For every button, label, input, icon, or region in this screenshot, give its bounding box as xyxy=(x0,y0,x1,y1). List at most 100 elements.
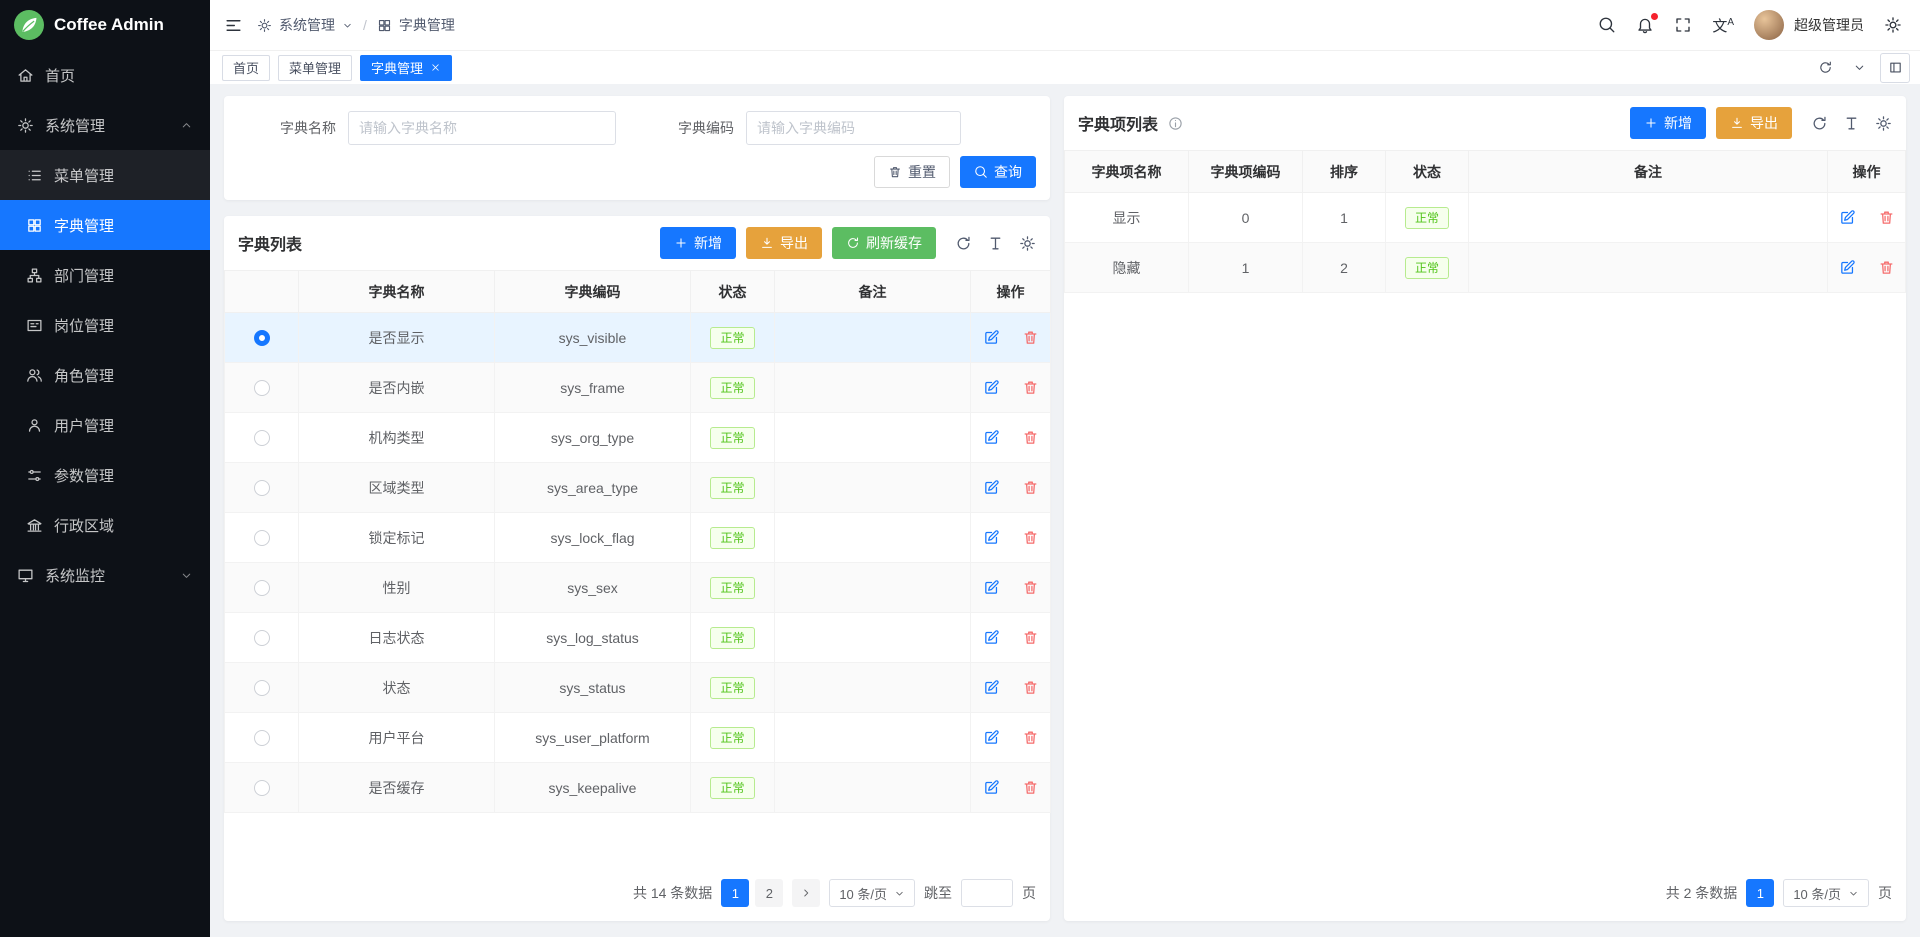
sidebar-item-user-management[interactable]: 用户管理 xyxy=(0,400,210,450)
page-size-select[interactable]: 10 条/页 xyxy=(1783,879,1869,907)
edit-icon[interactable] xyxy=(983,779,1000,796)
delete-icon[interactable] xyxy=(1022,529,1039,546)
refresh-cache-button[interactable]: 刷新缓存 xyxy=(832,227,936,259)
tab-menu-management[interactable]: 菜单管理 xyxy=(278,55,352,81)
row-density-icon[interactable] xyxy=(987,235,1004,252)
edit-icon[interactable] xyxy=(983,429,1000,446)
dict-row[interactable]: 状态sys_status正常 xyxy=(225,663,1051,713)
column-settings-icon[interactable] xyxy=(1019,235,1036,252)
dict-row[interactable]: 机构类型sys_org_type正常 xyxy=(225,413,1051,463)
delete-icon[interactable] xyxy=(1022,629,1039,646)
row-radio[interactable] xyxy=(254,730,270,746)
row-radio[interactable] xyxy=(254,630,270,646)
delete-icon[interactable] xyxy=(1022,329,1039,346)
row-density-icon[interactable] xyxy=(1843,115,1860,132)
edit-icon[interactable] xyxy=(1839,209,1856,226)
column-header: 字典项编码 xyxy=(1189,151,1303,193)
sidebar-item-dict-management[interactable]: 字典管理 xyxy=(0,200,210,250)
collapse-sidebar-icon[interactable] xyxy=(224,16,243,35)
search-icon[interactable] xyxy=(1598,16,1616,34)
chevron-down-icon xyxy=(342,20,353,31)
refresh-table-icon[interactable] xyxy=(1811,115,1828,132)
row-radio[interactable] xyxy=(254,580,270,596)
dict-item-row[interactable]: 显示01正常 xyxy=(1065,193,1906,243)
breadcrumb-level1[interactable]: 系统管理 xyxy=(279,15,335,35)
sidebar-item-home[interactable]: 首页 xyxy=(0,50,210,100)
sidebar-item-param-management[interactable]: 参数管理 xyxy=(0,450,210,500)
language-switch-icon[interactable]: 文A xyxy=(1712,15,1734,36)
row-radio[interactable] xyxy=(254,480,270,496)
jump-page-input[interactable] xyxy=(961,879,1013,907)
delete-icon[interactable] xyxy=(1022,579,1039,596)
row-radio[interactable] xyxy=(254,530,270,546)
edit-icon[interactable] xyxy=(983,679,1000,696)
row-radio[interactable] xyxy=(254,330,270,346)
dict-item-row[interactable]: 隐藏12正常 xyxy=(1065,243,1906,293)
edit-icon[interactable] xyxy=(983,329,1000,346)
dict-name-input[interactable] xyxy=(348,111,616,145)
sidebar-item-post-management[interactable]: 岗位管理 xyxy=(0,300,210,350)
delete-icon[interactable] xyxy=(1022,479,1039,496)
sidebar-item-role-management[interactable]: 角色管理 xyxy=(0,350,210,400)
refresh-tab-button[interactable] xyxy=(1808,51,1842,84)
fullscreen-icon[interactable] xyxy=(1674,16,1692,34)
dict-row[interactable]: 日志状态sys_log_status正常 xyxy=(225,613,1051,663)
export-dict-item-button[interactable]: 导出 xyxy=(1716,107,1792,139)
settings-gear-icon[interactable] xyxy=(1884,16,1902,34)
delete-icon[interactable] xyxy=(1022,429,1039,446)
edit-icon[interactable] xyxy=(983,579,1000,596)
row-radio[interactable] xyxy=(254,780,270,796)
edit-icon[interactable] xyxy=(983,729,1000,746)
edit-icon[interactable] xyxy=(1839,259,1856,276)
tab-actions-dropdown[interactable] xyxy=(1842,51,1876,84)
tab-dict-management[interactable]: 字典管理 xyxy=(360,55,452,81)
sidebar-item-dept-management[interactable]: 部门管理 xyxy=(0,250,210,300)
page-size-select[interactable]: 10 条/页 xyxy=(829,879,915,907)
add-dict-button[interactable]: 新增 xyxy=(660,227,736,259)
dict-row[interactable]: 用户平台sys_user_platform正常 xyxy=(225,713,1051,763)
refresh-table-icon[interactable] xyxy=(955,235,972,252)
delete-icon[interactable] xyxy=(1878,209,1895,226)
row-radio[interactable] xyxy=(254,380,270,396)
sidebar-item-region-management[interactable]: 行政区域 xyxy=(0,500,210,550)
row-radio[interactable] xyxy=(254,680,270,696)
sidebar-item-menu-management[interactable]: 菜单管理 xyxy=(0,150,210,200)
avatar[interactable] xyxy=(1754,10,1784,40)
dict-code-input[interactable] xyxy=(746,111,961,145)
dict-row[interactable]: 区域类型sys_area_type正常 xyxy=(225,463,1051,513)
sidebar-item-system-monitor[interactable]: 系统监控 xyxy=(0,550,210,600)
dict-row[interactable]: 是否缓存sys_keepalive正常 xyxy=(225,763,1051,813)
edit-icon[interactable] xyxy=(983,479,1000,496)
user-name[interactable]: 超级管理员 xyxy=(1794,15,1864,35)
edit-icon[interactable] xyxy=(983,629,1000,646)
download-icon xyxy=(760,236,774,250)
tab-home[interactable]: 首页 xyxy=(222,55,270,81)
edit-icon[interactable] xyxy=(983,379,1000,396)
export-dict-button[interactable]: 导出 xyxy=(746,227,822,259)
dict-code: sys_org_type xyxy=(495,413,691,463)
reset-button[interactable]: 重置 xyxy=(874,156,950,188)
dict-row[interactable]: 锁定标记sys_lock_flag正常 xyxy=(225,513,1051,563)
dict-page-button-1[interactable]: 1 xyxy=(721,879,749,907)
edit-icon[interactable] xyxy=(983,529,1000,546)
add-dict-item-button[interactable]: 新增 xyxy=(1630,107,1706,139)
query-button[interactable]: 查询 xyxy=(960,156,1036,188)
close-icon[interactable] xyxy=(430,62,441,73)
dict-row[interactable]: 是否内嵌sys_frame正常 xyxy=(225,363,1051,413)
content-fullscreen-button[interactable] xyxy=(1880,53,1910,83)
dict-row[interactable]: 是否显示sys_visible正常 xyxy=(225,313,1051,363)
notifications-button[interactable] xyxy=(1636,16,1654,34)
dict-page-button-2[interactable]: 2 xyxy=(755,879,783,907)
sidebar-item-system-management[interactable]: 系统管理 xyxy=(0,100,210,150)
column-settings-icon[interactable] xyxy=(1875,115,1892,132)
delete-icon[interactable] xyxy=(1022,679,1039,696)
delete-icon[interactable] xyxy=(1022,779,1039,796)
tab-label: 字典管理 xyxy=(371,58,423,77)
delete-icon[interactable] xyxy=(1878,259,1895,276)
next-page-button[interactable] xyxy=(792,879,820,907)
delete-icon[interactable] xyxy=(1022,729,1039,746)
item-page-button-1[interactable]: 1 xyxy=(1746,879,1774,907)
delete-icon[interactable] xyxy=(1022,379,1039,396)
dict-row[interactable]: 性别sys_sex正常 xyxy=(225,563,1051,613)
row-radio[interactable] xyxy=(254,430,270,446)
